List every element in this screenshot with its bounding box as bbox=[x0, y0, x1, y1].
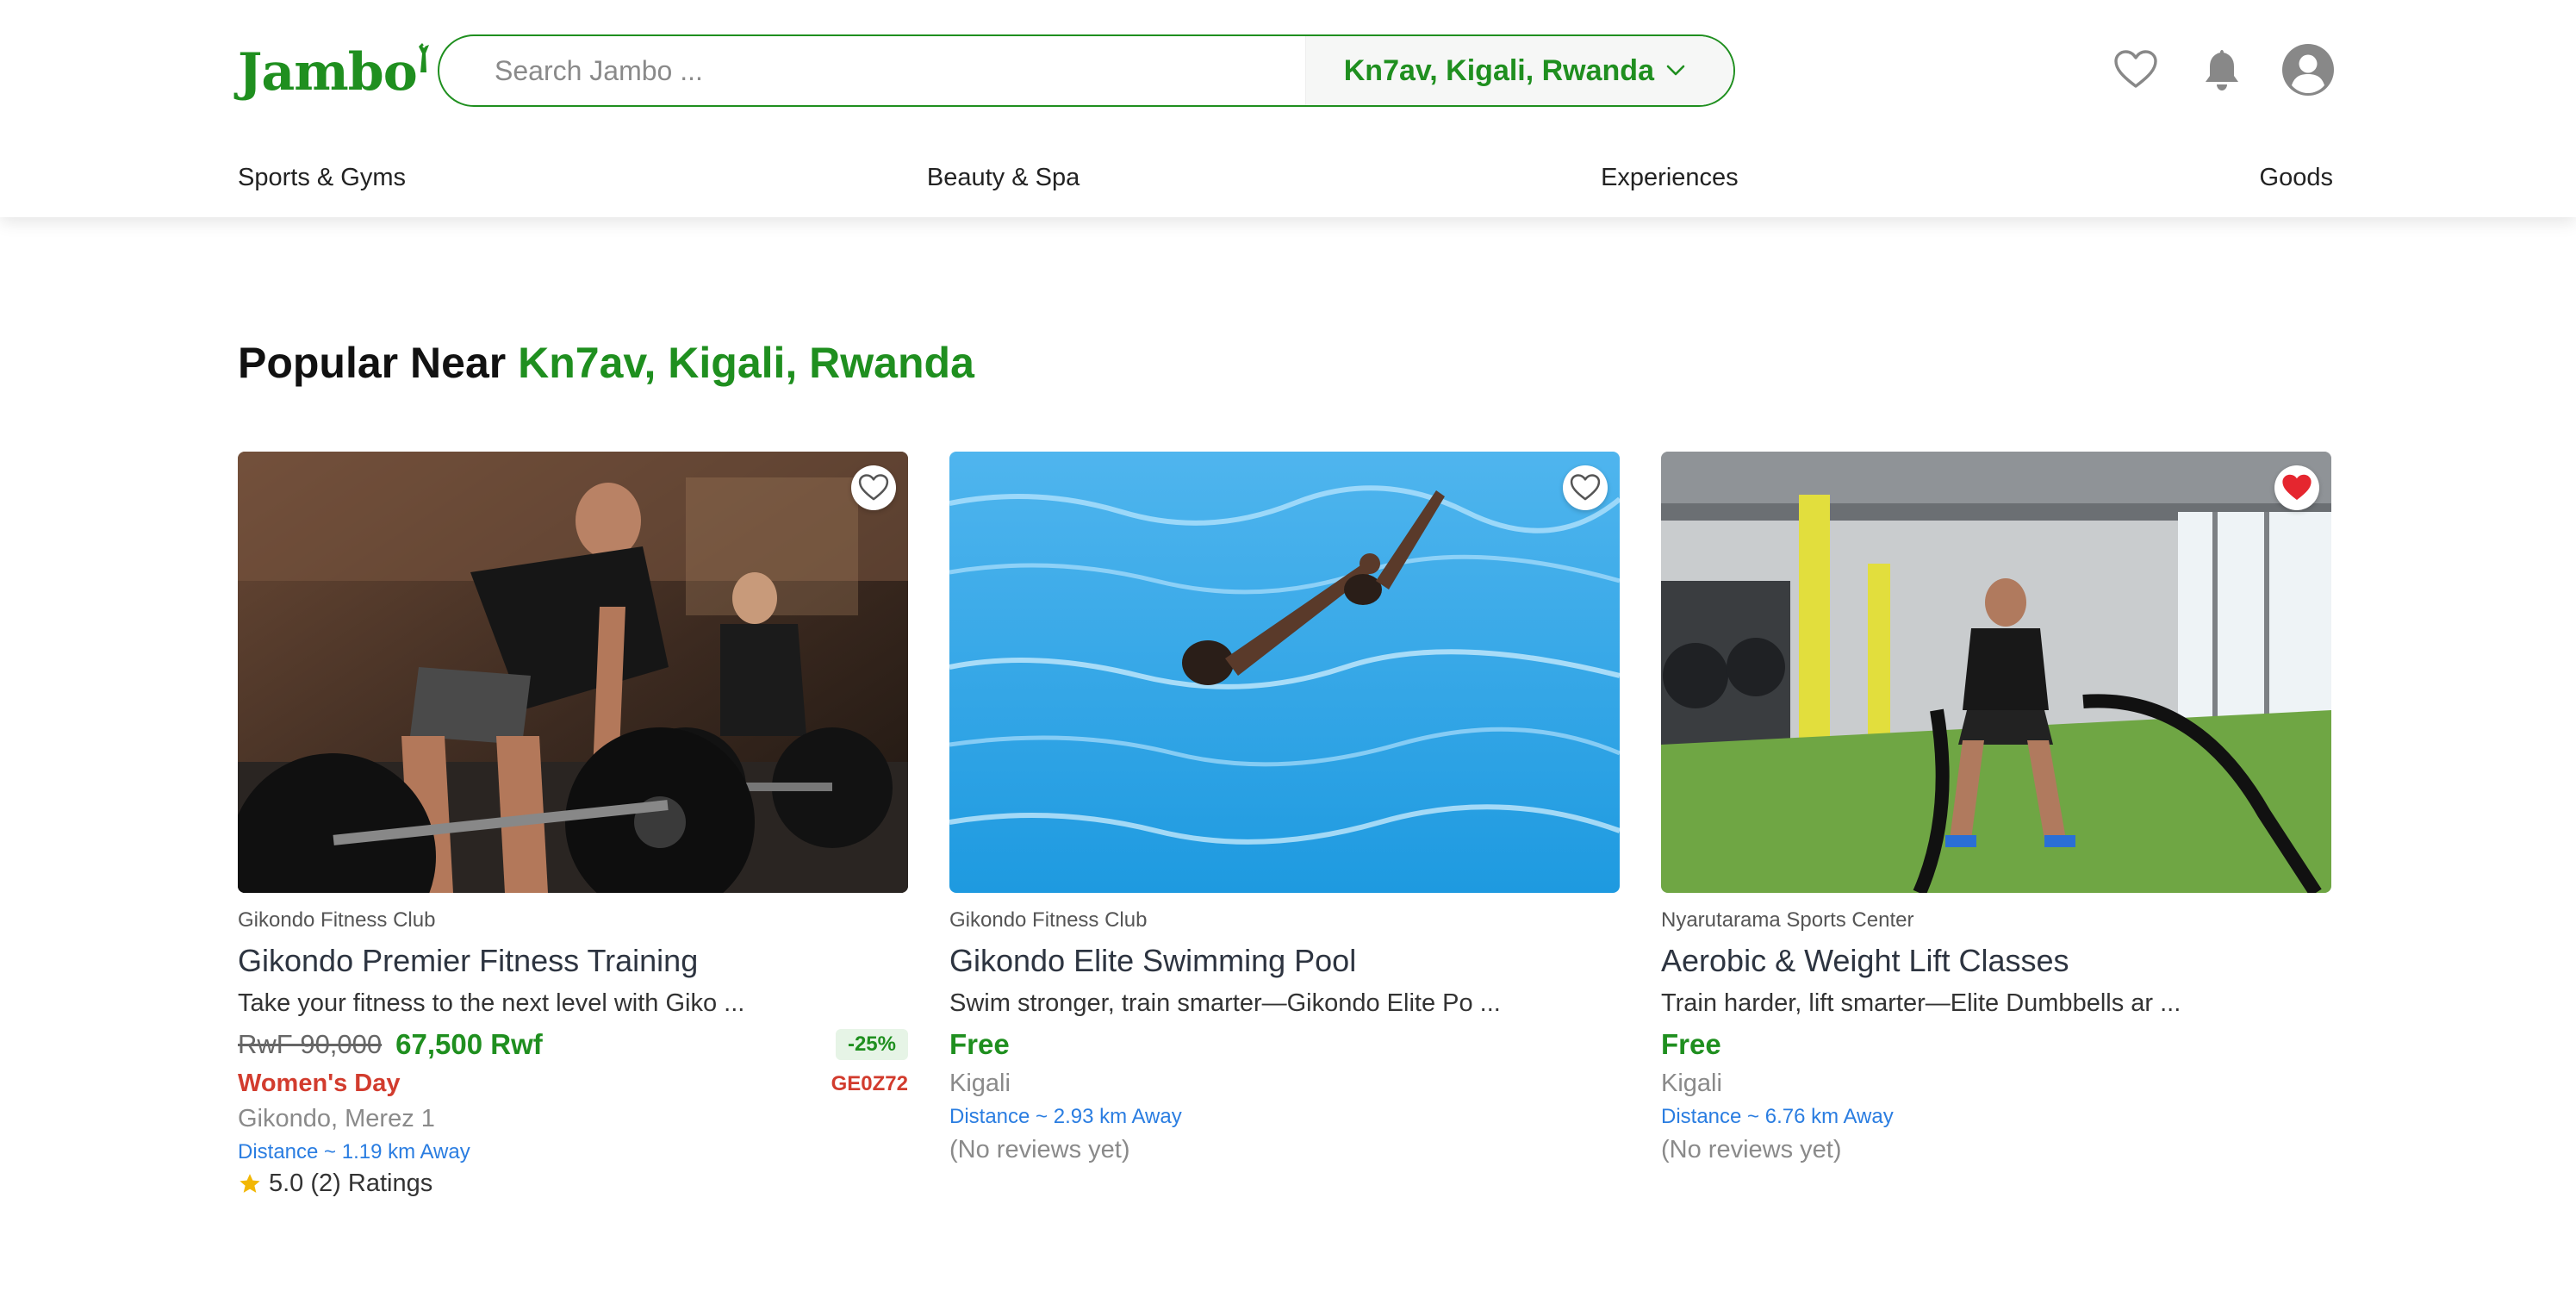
deal-address: Gikondo, Merez 1 bbox=[238, 1105, 435, 1132]
deal-title[interactable]: Gikondo Elite Swimming Pool bbox=[949, 943, 1620, 979]
search-bar: Kn7av, Kigali, Rwanda bbox=[438, 34, 1735, 107]
location-selector[interactable]: Kn7av, Kigali, Rwanda bbox=[1304, 36, 1733, 105]
category-nav: Sports & Gyms Beauty & Spa Experiences G… bbox=[238, 164, 2333, 192]
deal-card[interactable]: Gikondo Fitness Club Gikondo Premier Fit… bbox=[238, 452, 908, 1198]
price-row: Free bbox=[1661, 1026, 2331, 1063]
deal-price: Free bbox=[1661, 1028, 1721, 1060]
nav-item-goods[interactable]: Goods bbox=[2260, 164, 2333, 192]
user-avatar-icon bbox=[2282, 44, 2334, 96]
vendor-name: Nyarutarama Sports Center bbox=[1661, 908, 1914, 932]
deal-distance: Distance ~ 2.93 km Away bbox=[949, 1105, 1182, 1128]
swimming-pool-photo bbox=[949, 452, 1620, 893]
original-price: RwF 90,000 bbox=[238, 1029, 383, 1059]
favorite-toggle[interactable] bbox=[1563, 465, 1608, 510]
top-header: Jambo Kn7av, Kigali, Rwanda bbox=[0, 0, 2576, 217]
gym-class-image[interactable] bbox=[1661, 452, 2331, 893]
chevron-down-icon bbox=[1666, 65, 1685, 76]
discount-badge: -25% bbox=[835, 1029, 908, 1060]
favorite-toggle[interactable] bbox=[2274, 465, 2319, 510]
deal-address: Kigali bbox=[949, 1070, 1011, 1097]
vendor-name: Gikondo Fitness Club bbox=[238, 908, 436, 932]
logo-text: Jambo bbox=[238, 42, 418, 103]
deal-description: Swim stronger, train smarter—Gikondo Eli… bbox=[949, 989, 1501, 1017]
deal-title[interactable]: Aerobic & Weight Lift Classes bbox=[1661, 943, 2331, 979]
deal-description: Take your fitness to the next level with… bbox=[238, 989, 745, 1017]
heart-outline-icon bbox=[858, 474, 889, 501]
card-body: Gikondo Fitness Club Gikondo Elite Swimm… bbox=[949, 893, 1620, 1164]
star-icon bbox=[240, 1173, 260, 1193]
deal-distance: Distance ~ 1.19 km Away bbox=[238, 1140, 470, 1163]
nav-item-sports-gyms[interactable]: Sports & Gyms bbox=[238, 164, 406, 192]
promo-row: Women's Day GE0Z72 bbox=[238, 1070, 908, 1098]
deal-description: Train harder, lift smarter—Elite Dumbbel… bbox=[1661, 989, 2181, 1017]
nav-item-beauty-spa[interactable]: Beauty & Spa bbox=[927, 164, 1080, 192]
heart-outline-icon bbox=[1570, 474, 1601, 501]
giraffe-logo-icon bbox=[418, 43, 429, 72]
deal-distance: Distance ~ 6.76 km Away bbox=[1661, 1105, 1894, 1128]
header-actions bbox=[2109, 43, 2335, 97]
card-body: Gikondo Fitness Club Gikondo Premier Fit… bbox=[238, 893, 908, 1198]
reviews-text: (No reviews yet) bbox=[949, 1136, 1130, 1163]
notifications-button[interactable] bbox=[2195, 43, 2249, 97]
jambo-logo[interactable]: Jambo bbox=[238, 24, 436, 98]
account-button[interactable] bbox=[2281, 43, 2335, 97]
vendor-name: Gikondo Fitness Club bbox=[949, 908, 1148, 932]
section-title-prefix: Popular Near bbox=[238, 339, 507, 387]
section-title: Popular Near Kn7av, Kigali, Rwanda bbox=[238, 338, 974, 388]
deal-address: Kigali bbox=[1661, 1070, 1722, 1097]
weightlifting-image[interactable] bbox=[238, 452, 908, 893]
location-label: Kn7av, Kigali, Rwanda bbox=[1343, 53, 1654, 87]
price-row: RwF 90,000 67,500 Rwf -25% bbox=[238, 1026, 908, 1063]
heart-filled-icon bbox=[2282, 474, 2312, 500]
reviews-text: (No reviews yet) bbox=[1661, 1136, 1842, 1163]
search-input[interactable] bbox=[439, 36, 1305, 105]
swimming-pool-image[interactable] bbox=[949, 452, 1620, 893]
rating-text: 5.0 (2) Ratings bbox=[269, 1170, 433, 1197]
weightlifting-photo bbox=[238, 452, 908, 893]
card-body: Nyarutarama Sports Center Aerobic & Weig… bbox=[1661, 893, 2331, 1164]
deal-card[interactable]: Nyarutarama Sports Center Aerobic & Weig… bbox=[1661, 452, 2331, 1198]
discounted-price: 67,500 Rwf bbox=[395, 1028, 543, 1060]
favorite-toggle[interactable] bbox=[851, 465, 896, 510]
price-row: Free bbox=[949, 1026, 1620, 1063]
heart-icon bbox=[2114, 50, 2157, 88]
deal-price: Free bbox=[949, 1028, 1010, 1060]
promo-code: GE0Z72 bbox=[831, 1071, 908, 1095]
section-title-location: Kn7av, Kigali, Rwanda bbox=[518, 339, 974, 387]
rating-row: 5.0 (2) Ratings bbox=[238, 1170, 908, 1198]
deal-card[interactable]: Gikondo Fitness Club Gikondo Elite Swimm… bbox=[949, 452, 1620, 1198]
promo-label: Women's Day bbox=[238, 1070, 401, 1097]
bell-icon bbox=[2206, 50, 2238, 90]
battle-ropes-gym-photo bbox=[1661, 452, 2331, 893]
nav-item-experiences[interactable]: Experiences bbox=[1601, 164, 1739, 192]
favorites-button[interactable] bbox=[2109, 43, 2162, 97]
deal-title[interactable]: Gikondo Premier Fitness Training bbox=[238, 943, 908, 979]
deal-cards-list: Gikondo Fitness Club Gikondo Premier Fit… bbox=[238, 452, 2335, 1198]
